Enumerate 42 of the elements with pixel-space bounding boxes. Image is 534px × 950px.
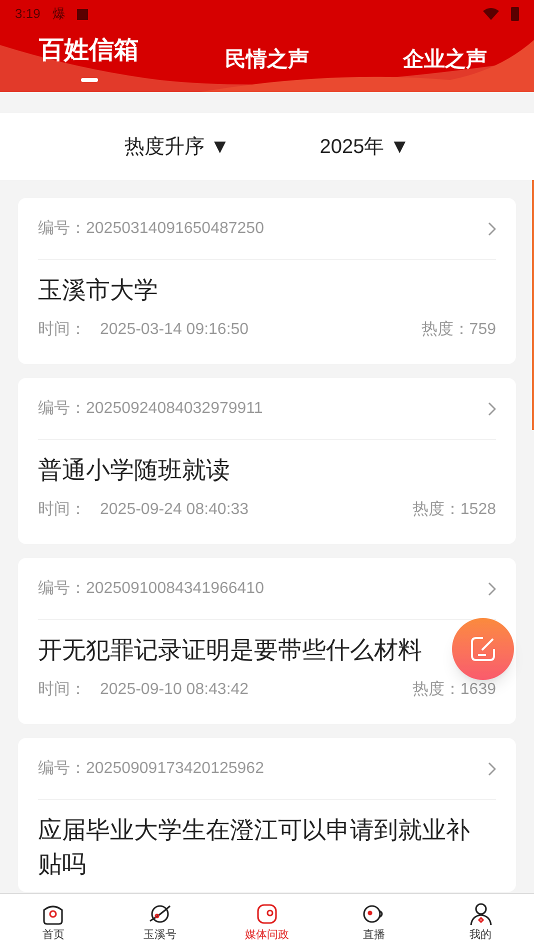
filter-dropdown[interactable]: 热度升序 ▼ <box>124 132 230 162</box>
letter-number: 编号：20250924084032979911 <box>38 398 264 418</box>
letter-card[interactable]: 编号：20250910084341966410 开无犯罪记录证明是要带些什么材料 时间： 2025-09-10 08:43:42 热度：1639 <box>18 558 516 724</box>
time-label: 时间： <box>38 680 86 700</box>
nav-tab[interactable]: 媒体问政 <box>214 894 320 950</box>
time-label: 时间： <box>38 500 86 520</box>
battery-icon <box>511 7 519 21</box>
nav-tab[interactable]: 直播 <box>320 894 428 950</box>
letter-time: 2025-03-14 09:16:50 <box>100 320 250 340</box>
letter-title: 开无犯罪记录证明是要带些什么材料 <box>38 636 422 666</box>
edit-icon <box>469 635 497 663</box>
heat-count: 热度：1528 <box>412 500 496 520</box>
letter-title: 普通小学随班就读 <box>38 456 230 486</box>
letter-time: 2025-09-24 08:40:33 <box>100 500 250 520</box>
chevron-icon <box>488 402 496 416</box>
category-tab[interactable]: 民情之声 <box>178 44 356 76</box>
nav-tab[interactable]: 玉溪号 <box>106 894 214 950</box>
letter-card[interactable]: 编号：20250909173420125962 应届毕业大学生在澄江可以申请到就业补贴吗 <box>18 738 516 892</box>
chevron-icon <box>488 582 496 596</box>
letter-number: 编号：20250909173420125962 <box>38 758 265 778</box>
heat-count: 热度：1639 <box>412 680 496 700</box>
letter-time: 2025-09-10 08:43:42 <box>100 680 250 700</box>
letter-card[interactable]: 编号：20250924084032979911 普通小学随班就读 时间： 2025-09-24 08:40:33 热度：1528 <box>18 378 516 544</box>
letter-number: 编号：20250314091650487250 <box>38 218 265 238</box>
chevron-icon <box>488 762 496 776</box>
letter-title: 应届毕业大学生在澄江可以申请到就业补贴吗 <box>38 816 471 880</box>
status-time: 3:19 <box>15 5 40 24</box>
letter-card[interactable]: 编号：20250314091650487250 玉溪市大学 时间： 2025-03-14 09:16:50 热度：759 <box>18 198 516 364</box>
nav-tab[interactable]: 首页 <box>0 894 107 950</box>
filter-dropdown[interactable]: 2025年 ▼ <box>320 132 410 162</box>
notification-icon <box>77 8 88 20</box>
letter-title: 玉溪市大学 <box>38 276 158 306</box>
category-tab[interactable]: 百姓信箱 <box>0 32 178 82</box>
person-icon <box>468 900 494 927</box>
time-label: 时间： <box>38 320 86 340</box>
category-tab[interactable]: 企业之声 <box>356 44 534 76</box>
letter-number: 编号：20250910084341966410 <box>38 578 265 598</box>
wifi-icon <box>483 8 499 20</box>
heat-count: 热度：759 <box>421 320 496 340</box>
nav-tab[interactable]: 我的 <box>427 894 534 950</box>
notification-text: 爆 <box>52 5 66 24</box>
chevron-icon <box>488 222 496 236</box>
